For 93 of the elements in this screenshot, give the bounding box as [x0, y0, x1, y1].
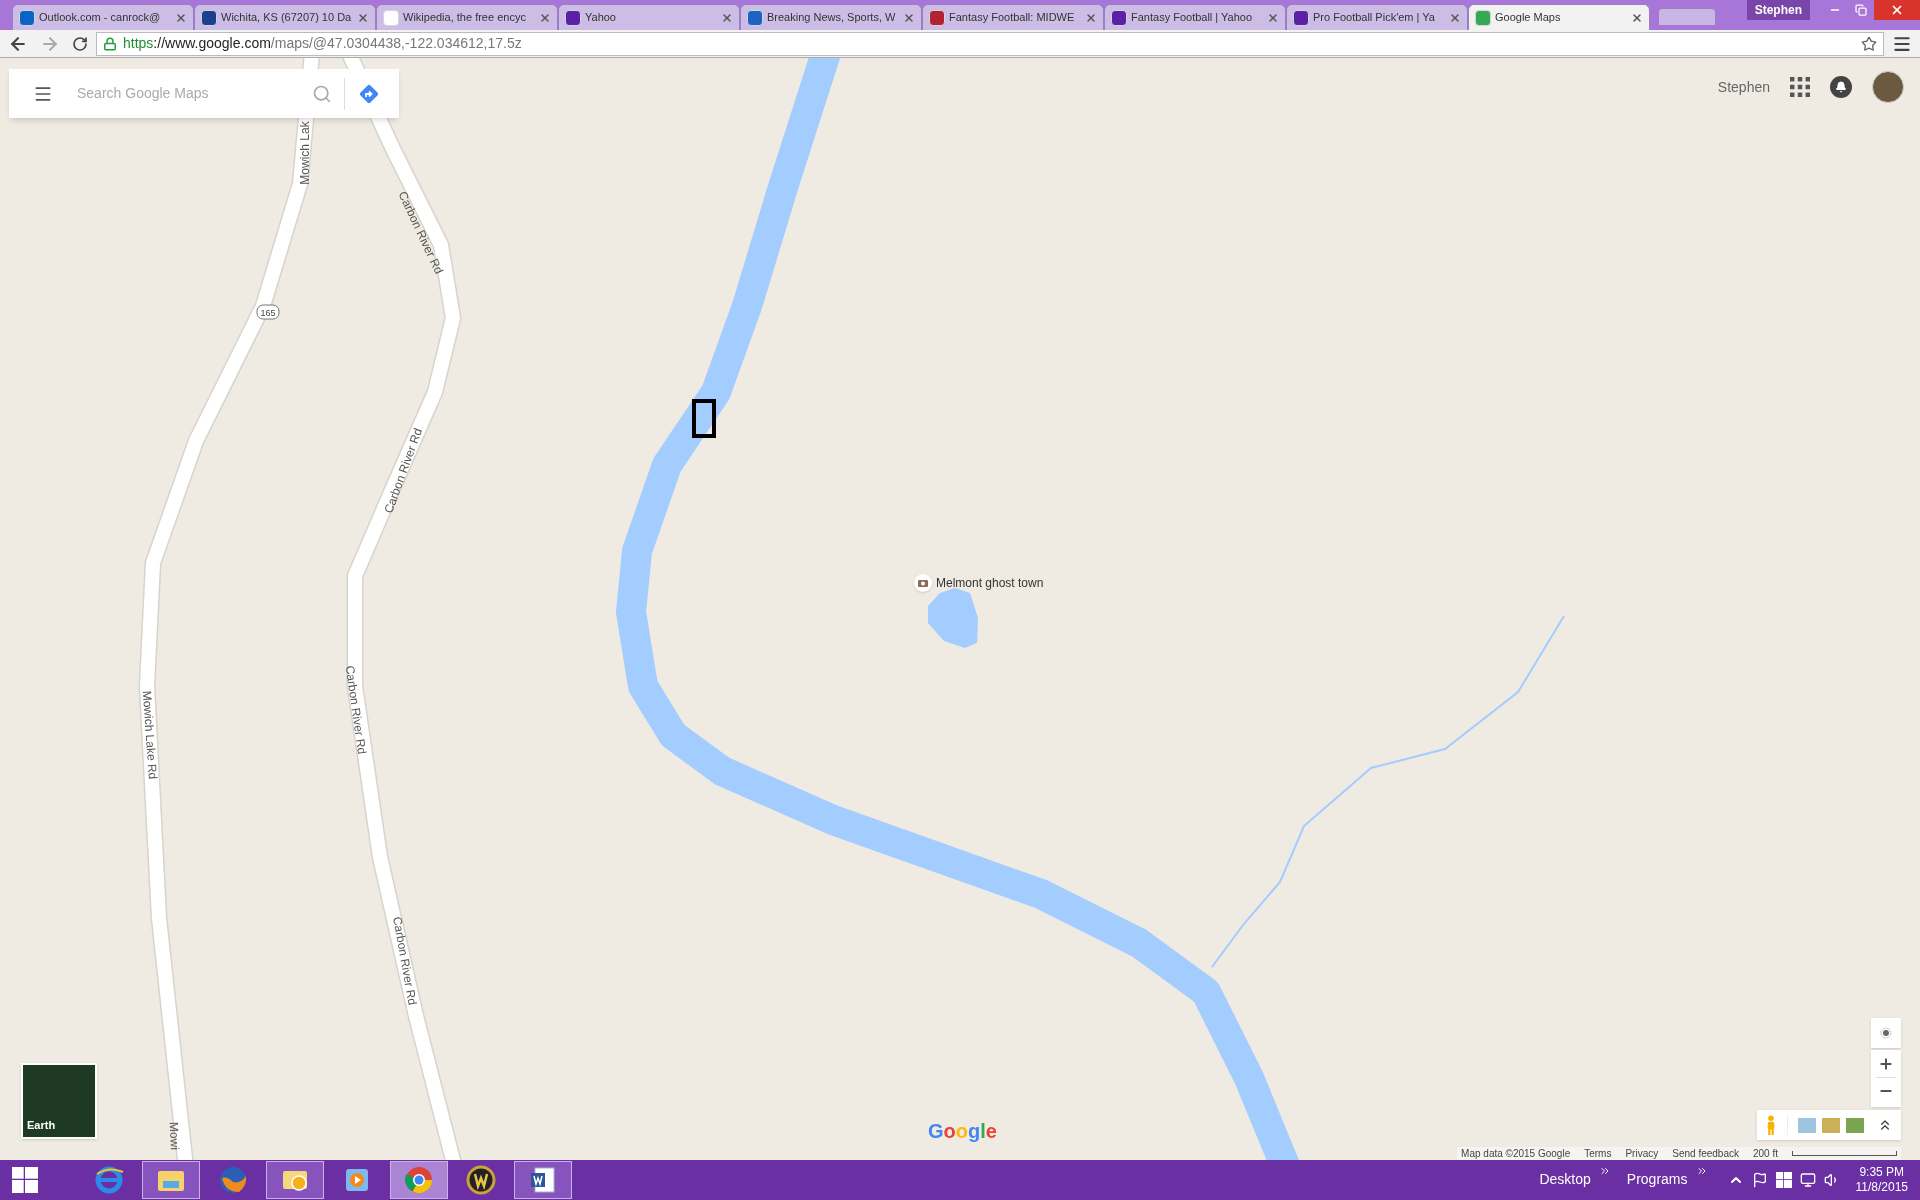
avatar[interactable] [1872, 71, 1904, 103]
notifications-button[interactable] [1830, 76, 1852, 98]
address-field[interactable]: https://www.google.com/maps/@47.0304438,-122.034612,17.5z [96, 31, 1884, 56]
attribution-text: Map data ©2015 Google [1461, 1147, 1571, 1161]
site-icon [565, 9, 581, 26]
route-shield: 165 [256, 304, 280, 320]
selection-rectangle [692, 399, 716, 438]
tab-title: Outlook.com - canrock@ [39, 10, 162, 26]
browser-tab[interactable]: Wichita, KS (67207) 10 Da [194, 4, 376, 30]
road-label: Carbon River Rd [381, 426, 426, 516]
browser-tab[interactable]: Yahoo [558, 4, 740, 30]
tab-title: Wichita, KS (67207) 10 Da [221, 10, 353, 26]
browser-tab[interactable]: Outlook.com - canrock@ [12, 4, 194, 30]
scale-label: 200 ft [1752, 1147, 1778, 1161]
footer-link[interactable]: Send feedback [1672, 1146, 1739, 1161]
place-label[interactable]: Melmont ghost town [936, 574, 1044, 592]
close-icon[interactable] [357, 11, 369, 24]
browser-icon [403, 1164, 435, 1196]
site-icon [747, 9, 763, 26]
close-icon[interactable] [175, 11, 187, 24]
browser-tab[interactable]: Google Maps [1468, 4, 1650, 30]
close-icon[interactable] [539, 11, 551, 24]
windows-logo-icon[interactable] [1775, 1172, 1792, 1188]
google-logo: Google [928, 1119, 997, 1144]
tile-label: Earth [27, 1117, 56, 1133]
tab-title: Pro Football Pick'em | Ya [1313, 10, 1436, 26]
browser-icon [217, 1164, 249, 1196]
browser-tab[interactable]: Pro Football Pick'em | Ya [1286, 4, 1468, 30]
close-icon[interactable] [903, 11, 915, 24]
browser-tab[interactable]: Fantasy Football: MIDWE [922, 4, 1104, 30]
road-label: Mowich Lak [298, 121, 313, 185]
account-name[interactable]: Stephen [1717, 76, 1770, 98]
taskbar-app[interactable] [266, 1161, 324, 1199]
chevrons-icon[interactable] [1598, 1165, 1611, 1177]
tab-title: Fantasy Football | Yahoo [1131, 10, 1254, 26]
browser-tab[interactable]: Fantasy Football | Yahoo [1104, 4, 1286, 30]
site-icon [929, 9, 945, 26]
profile-badge[interactable]: Stephen [1746, 0, 1810, 20]
zoom-in-icon[interactable] [1878, 1056, 1894, 1072]
road-label: Mowi [166, 1121, 182, 1151]
site-icon [1475, 9, 1491, 26]
close-icon [1890, 3, 1904, 17]
tab-title: Wikipedia, the free encyc [403, 10, 527, 26]
close-icon[interactable] [1267, 11, 1279, 24]
close-icon[interactable] [1631, 11, 1643, 24]
footer-link[interactable]: Terms [1584, 1146, 1612, 1161]
tab-title: Fantasy Football: MIDWE [949, 10, 1076, 26]
toolbar-button[interactable]: Desktop [1539, 1160, 1611, 1200]
imagery-thumbnail[interactable] [1822, 1117, 1840, 1133]
tab-title: Breaking News, Sports, W [767, 10, 897, 26]
road-label: Mowich Lake Rd [139, 690, 160, 780]
site-icon [383, 9, 399, 26]
search-field[interactable]: Search Google Maps [77, 83, 312, 104]
road-label: Carbon River Rd [342, 664, 369, 756]
locate-icon [1878, 1025, 1894, 1041]
road-label: Carbon River Rd [390, 915, 420, 1007]
url-text: https://www.google.com/maps/@47.0304438,-122.034612,17.5z [123, 34, 523, 53]
bell-icon [1835, 81, 1847, 93]
network-icon[interactable] [1799, 1172, 1816, 1188]
imagery-thumbnail[interactable] [1846, 1117, 1864, 1133]
earth-layer-tile[interactable]: Earth [21, 1063, 97, 1139]
site-icon [1111, 9, 1127, 26]
game-emblem-icon [465, 1164, 497, 1196]
site-icon [201, 9, 217, 26]
browser-tab[interactable]: Wikipedia, the free encyc [376, 4, 558, 30]
browser-tab[interactable]: Breaking News, Sports, W [740, 4, 922, 30]
taskbar-app[interactable] [514, 1161, 572, 1199]
search-box[interactable]: Search Google Maps [9, 69, 399, 118]
windows-logo-icon[interactable] [12, 1167, 38, 1193]
footer-link[interactable]: Privacy [1625, 1146, 1659, 1161]
close-icon[interactable] [1449, 11, 1461, 24]
close-icon[interactable] [1085, 11, 1097, 24]
clock-date[interactable]: 11/8/2015 [1855, 1180, 1908, 1195]
close-icon[interactable] [721, 11, 733, 24]
apps-grid-icon[interactable] [1790, 77, 1810, 97]
my-location-button[interactable] [1871, 1018, 1901, 1048]
close-button[interactable] [1874, 0, 1920, 20]
flag-icon[interactable] [1751, 1172, 1768, 1188]
tab-title: Yahoo [585, 10, 617, 26]
chevrons-icon[interactable] [1695, 1165, 1708, 1177]
imagery-thumbnail[interactable] [1798, 1117, 1816, 1133]
restore-icon [1855, 4, 1867, 16]
lock-icon [103, 36, 117, 51]
site-icon [19, 9, 35, 26]
lake [928, 588, 978, 648]
reload-icon[interactable] [72, 35, 88, 52]
toolbar-button[interactable]: Programs [1626, 1160, 1708, 1200]
camera-icon[interactable] [914, 574, 932, 592]
site-icon [1293, 9, 1309, 26]
browser-icon [93, 1164, 125, 1196]
bookmark-star-icon[interactable] [1861, 35, 1877, 52]
clock-time[interactable]: 9:35 PM [1859, 1165, 1905, 1180]
tab-title: Google Maps [1495, 10, 1562, 26]
